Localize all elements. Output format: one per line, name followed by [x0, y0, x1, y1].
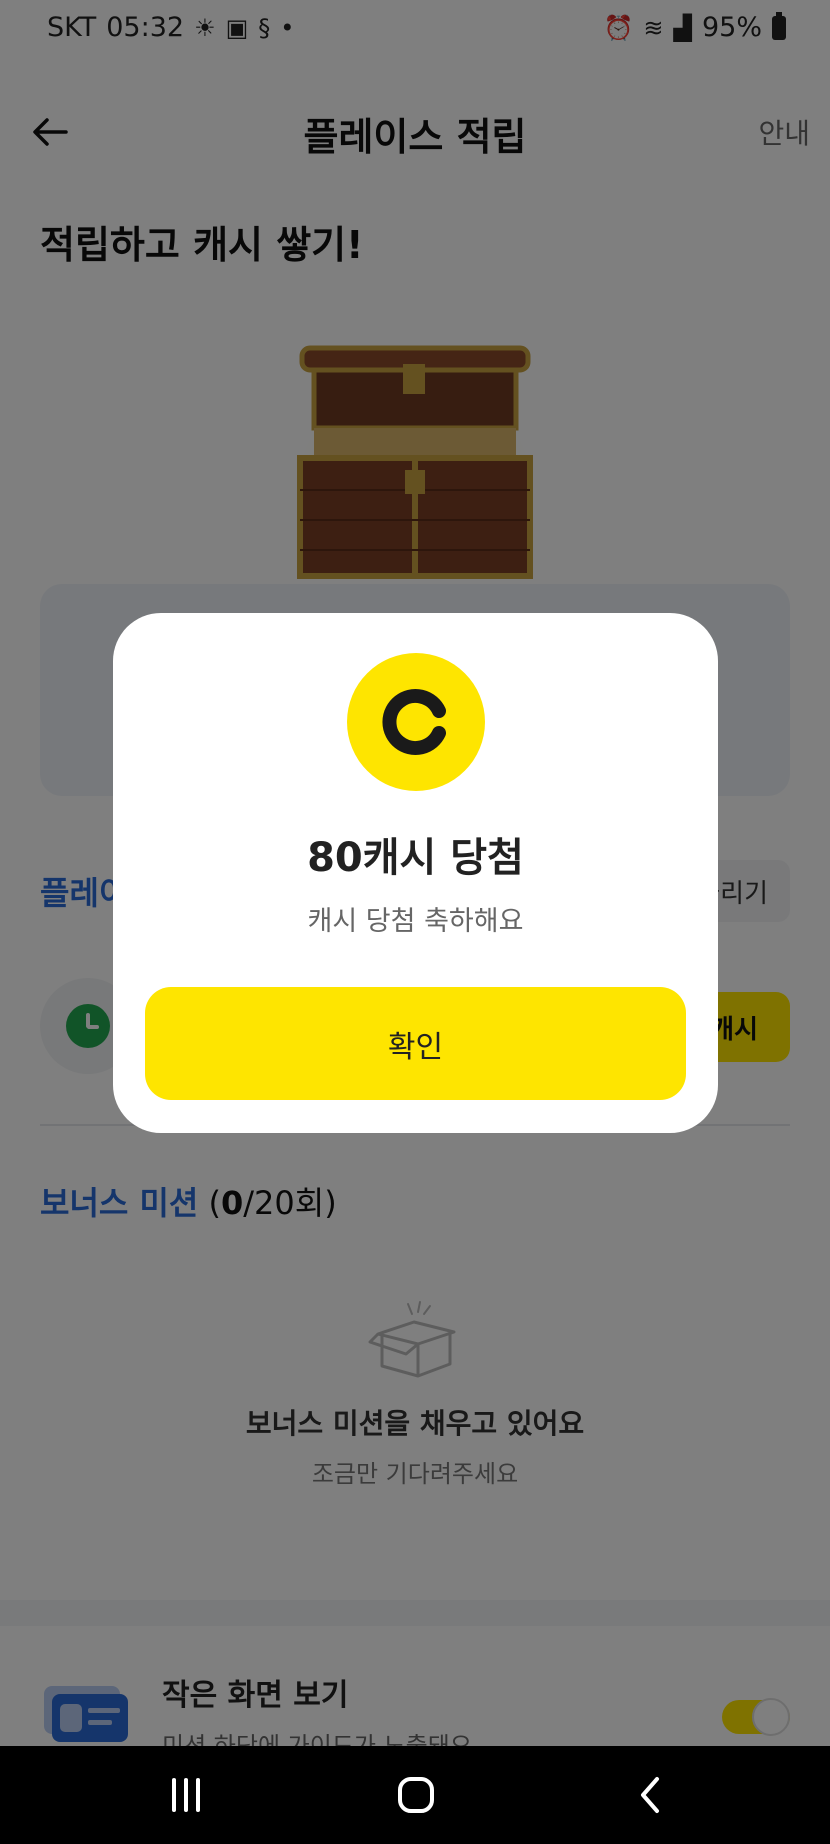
modal-title: 80캐시 당첨	[307, 835, 524, 881]
home-icon	[398, 1777, 434, 1813]
screen: SKT 05:32 ☀ ▣ § • ⏰ ≋ ▟ 95% 플레이스 적립 안내 적…	[0, 0, 830, 1844]
system-nav-bar	[0, 1746, 830, 1844]
confirm-button[interactable]: 확인	[145, 987, 686, 1100]
modal-subtitle: 캐시 당첨 축하해요	[307, 906, 524, 937]
chevron-left-icon	[641, 1777, 659, 1813]
home-button[interactable]	[386, 1770, 446, 1820]
reward-modal: 80캐시 당첨 캐시 당첨 축하해요 확인	[113, 613, 718, 1133]
letter-c-icon	[382, 689, 446, 755]
back-nav-button[interactable]	[620, 1770, 680, 1820]
recent-apps-button[interactable]	[156, 1770, 216, 1820]
cash-coin-icon	[347, 653, 485, 791]
recent-apps-icon	[172, 1778, 200, 1812]
